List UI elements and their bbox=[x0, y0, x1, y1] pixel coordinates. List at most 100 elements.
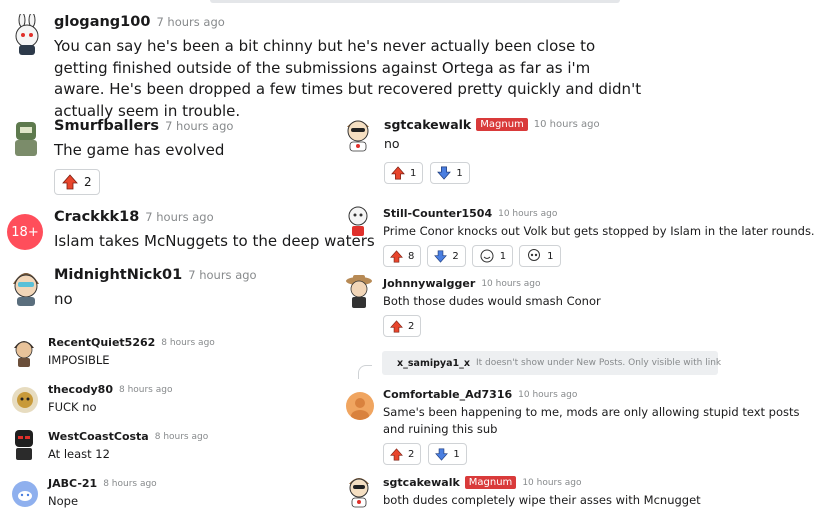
comment-westcoastcosta: WestCoastCosta 8 hours ago At least 12 bbox=[48, 430, 208, 463]
comment-body: Both those dudes would smash Conor bbox=[383, 294, 601, 308]
downvote-count: 1 bbox=[453, 448, 460, 460]
comment-johnnywalgger: Johnnywalgger 10 hours ago Both those du… bbox=[383, 277, 601, 337]
timestamp[interactable]: 10 hours ago bbox=[498, 209, 557, 219]
user-flair: Magnum bbox=[476, 118, 528, 131]
comment-body: no bbox=[384, 136, 400, 151]
notice-username[interactable]: x_samipya1_x bbox=[397, 358, 470, 369]
award-button[interactable]: 1 bbox=[519, 245, 561, 267]
award-count: 1 bbox=[499, 250, 507, 262]
username[interactable]: sgtcakewalk bbox=[384, 117, 471, 132]
upvote-button[interactable]: 8 bbox=[383, 245, 422, 267]
comment-glogang100: glogang100 7 hours ago You can say he's … bbox=[54, 14, 644, 122]
username[interactable]: JABC-21 bbox=[48, 477, 97, 490]
avatar-thecody80[interactable] bbox=[12, 387, 38, 413]
downvote-button[interactable]: 1 bbox=[430, 162, 470, 184]
username[interactable]: sgtcakewalk bbox=[383, 476, 460, 489]
upvote-arrow-icon bbox=[390, 249, 403, 263]
timestamp[interactable]: 10 hours ago bbox=[481, 279, 540, 289]
laughing-face-award-icon bbox=[480, 249, 494, 263]
top-divider bbox=[210, 0, 620, 3]
upvote-count: 2 bbox=[408, 448, 415, 460]
collapsed-comment-notice[interactable]: x_samipya1_x It doesn't show under New P… bbox=[382, 351, 722, 375]
comment-sgtcakewalk: sgtcakewalk Magnum 10 hours ago no 1 1 bbox=[384, 117, 600, 184]
downvote-arrow-icon bbox=[435, 447, 449, 461]
timestamp[interactable]: 8 hours ago bbox=[161, 338, 215, 348]
skull-award-icon bbox=[528, 249, 541, 261]
comment-body: FUCK no bbox=[48, 400, 97, 414]
timestamp[interactable]: 10 hours ago bbox=[518, 390, 577, 400]
comment-body: Prime Conor knocks out Volk but gets sto… bbox=[383, 224, 815, 238]
upvote-button[interactable]: 1 bbox=[384, 162, 424, 184]
username[interactable]: Still-Counter1504 bbox=[383, 207, 492, 220]
comment-still-counter1504: Still-Counter1504 10 hours ago Prime Con… bbox=[383, 207, 815, 267]
comment-body: no bbox=[54, 290, 73, 308]
username[interactable]: Crackkk18 bbox=[54, 209, 139, 225]
upvote-count: 8 bbox=[408, 250, 415, 262]
timestamp[interactable]: 7 hours ago bbox=[165, 119, 233, 133]
upvote-arrow-icon bbox=[62, 173, 78, 189]
award-count: 1 bbox=[547, 250, 554, 262]
avatar-comfortable-ad7316[interactable] bbox=[346, 392, 374, 420]
avatar-crackkk18[interactable]: 18+ bbox=[7, 214, 43, 250]
comment-body: IMPOSIBLE bbox=[48, 353, 110, 367]
timestamp[interactable]: 7 hours ago bbox=[156, 15, 224, 29]
avatar-jabc21[interactable] bbox=[12, 481, 38, 507]
downvote-button[interactable]: 1 bbox=[428, 443, 467, 465]
comment-midnightnick01: MidnightNick01 7 hours ago no bbox=[54, 267, 257, 311]
comment-body: Islam takes McNuggets to the deep waters bbox=[54, 232, 375, 250]
upvote-button[interactable]: 2 bbox=[54, 168, 100, 195]
comment-jabc21: JABC-21 8 hours ago Nope bbox=[48, 477, 157, 510]
avatar-still-counter1504[interactable] bbox=[344, 203, 372, 237]
username[interactable]: Comfortable_Ad7316 bbox=[383, 388, 512, 401]
avatar-midnightnick01[interactable] bbox=[8, 264, 44, 306]
avatar-sgtcakewalk[interactable] bbox=[342, 114, 374, 152]
upvote-button[interactable]: 2 bbox=[383, 315, 422, 337]
downvote-count: 2 bbox=[452, 250, 459, 262]
comment-sgtcakewalk-2: sgtcakewalk Magnum 10 hours ago both dud… bbox=[383, 476, 701, 509]
downvote-arrow-icon bbox=[437, 166, 452, 180]
upvote-count: 1 bbox=[410, 167, 417, 179]
timestamp[interactable]: 10 hours ago bbox=[522, 478, 581, 488]
username[interactable]: RecentQuiet5262 bbox=[48, 336, 155, 349]
upvote-arrow-icon bbox=[390, 319, 403, 333]
avatar-recentquiet5262[interactable] bbox=[10, 334, 38, 368]
timestamp[interactable]: 7 hours ago bbox=[145, 210, 213, 224]
upvote-count: 2 bbox=[408, 320, 415, 332]
user-flair: Magnum bbox=[464, 476, 517, 489]
comment-body: At least 12 bbox=[48, 447, 110, 461]
username[interactable]: thecody80 bbox=[48, 383, 113, 396]
upvote-arrow-icon bbox=[390, 447, 403, 461]
avatar-smurfballers[interactable] bbox=[10, 118, 42, 158]
comment-body: Nope bbox=[48, 494, 79, 508]
downvote-arrow-icon bbox=[434, 249, 448, 263]
username[interactable]: glogang100 bbox=[54, 14, 150, 30]
timestamp[interactable]: 8 hours ago bbox=[119, 385, 173, 395]
username[interactable]: WestCoastCosta bbox=[48, 430, 149, 443]
username[interactable]: Smurfballers bbox=[54, 118, 159, 134]
timestamp[interactable]: 7 hours ago bbox=[188, 268, 256, 282]
comment-thecody80: thecody80 8 hours ago FUCK no bbox=[48, 383, 172, 416]
avatar-sgtcakewalk-2[interactable] bbox=[344, 472, 374, 508]
award-button[interactable]: 1 bbox=[471, 245, 514, 267]
upvote-arrow-icon bbox=[391, 166, 405, 180]
notice-text: It doesn't show under New Posts. Only vi… bbox=[476, 358, 722, 368]
avatar-glogang100[interactable] bbox=[10, 14, 44, 56]
comment-body: You can say he's been a bit chinny but h… bbox=[54, 37, 642, 120]
nsfw-avatar-label: 18+ bbox=[11, 224, 39, 240]
thread-connector-line bbox=[358, 365, 372, 379]
avatar-westcoastcosta[interactable] bbox=[10, 427, 38, 461]
timestamp[interactable]: 8 hours ago bbox=[155, 432, 209, 442]
downvote-button[interactable]: 2 bbox=[427, 245, 466, 267]
upvote-button[interactable]: 2 bbox=[383, 443, 422, 465]
avatar-johnnywalgger[interactable] bbox=[344, 273, 374, 309]
timestamp[interactable]: 8 hours ago bbox=[103, 479, 157, 489]
comment-body: Same's been happening to me, mods are on… bbox=[383, 405, 800, 436]
comment-recentquiet5262: RecentQuiet5262 8 hours ago IMPOSIBLE bbox=[48, 336, 215, 369]
comment-crackkk18: Crackkk18 7 hours ago Islam takes McNugg… bbox=[54, 209, 375, 253]
comment-comfortable-ad7316: Comfortable_Ad7316 10 hours ago Same's b… bbox=[383, 388, 823, 465]
username[interactable]: Johnnywalgger bbox=[383, 277, 475, 290]
timestamp[interactable]: 10 hours ago bbox=[534, 119, 600, 130]
comment-smurfballers: Smurfballers 7 hours ago The game has ev… bbox=[54, 118, 233, 195]
upvote-count: 2 bbox=[84, 174, 92, 189]
username[interactable]: MidnightNick01 bbox=[54, 267, 182, 283]
